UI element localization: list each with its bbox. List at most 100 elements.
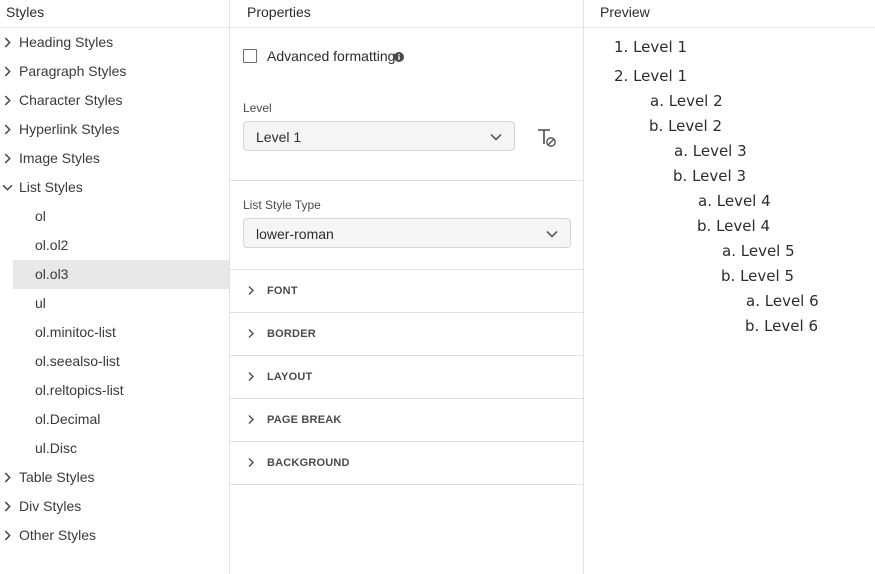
tree-item-label: ul (35, 295, 46, 311)
list-marker: b. (649, 117, 664, 135)
level-label: Level (243, 101, 272, 115)
tree-item-label: Table Styles (19, 469, 95, 485)
tree-item-label: List Styles (19, 179, 83, 195)
tree-item-list-styles[interactable]: List Styles (0, 173, 229, 202)
tree-item-hyperlink-styles[interactable]: Hyperlink Styles (0, 115, 229, 144)
chevron-right-icon (248, 458, 254, 467)
tree-item-label: ol (35, 208, 46, 224)
chevron-right-icon (248, 372, 254, 381)
tree-item-heading-styles[interactable]: Heading Styles (0, 28, 229, 57)
tree-item-div-styles[interactable]: Div Styles (0, 492, 229, 521)
styles-title: Styles (6, 4, 45, 20)
tree-item-label: Paragraph Styles (19, 63, 127, 79)
preview-list-item: a. Level 3 (674, 142, 747, 160)
preview-list-item: a. Level 2 (650, 92, 723, 110)
tree-item-label: ul.Disc (35, 440, 78, 456)
list-marker: 2. (614, 67, 629, 85)
section-font[interactable]: FONT (230, 270, 583, 313)
clear-formatting-icon[interactable] (536, 127, 558, 149)
chevron-right-icon (248, 286, 254, 295)
chevron-right-icon (248, 415, 254, 424)
chevron-right-icon (4, 66, 11, 77)
preview-list-item: b. Level 4 (697, 217, 770, 235)
tree-item-character-styles[interactable]: Character Styles (0, 86, 229, 115)
preview-panel: Preview 1. Level 1 2. Level 1 a. Level 2… (584, 0, 875, 574)
preview-list-item: a. Level 5 (722, 242, 795, 260)
tree-item-ol[interactable]: ol (0, 202, 229, 231)
section-layout[interactable]: LAYOUT (230, 356, 583, 399)
chevron-right-icon (4, 124, 11, 135)
section-label: PAGE BREAK (267, 414, 342, 426)
advanced-formatting-label: Advanced formatting (267, 48, 396, 64)
list-style-type-dropdown[interactable]: lower-roman (243, 218, 571, 248)
tree-item-label: ol.seealso-list (35, 353, 120, 369)
list-marker: a. (674, 142, 688, 160)
list-style-type-label: List Style Type (243, 198, 321, 212)
tree-item-label: Div Styles (19, 498, 82, 514)
list-item-text: Level 6 (764, 292, 819, 310)
preview-list-item: a. Level 4 (698, 192, 771, 210)
section-label: BORDER (267, 328, 316, 340)
tree-item-label: Other Styles (19, 527, 97, 543)
chevron-down-icon (490, 133, 502, 141)
section-border[interactable]: BORDER (230, 313, 583, 356)
tree-item-ol-minitoc-list[interactable]: ol.minitoc-list (0, 318, 229, 347)
chevron-right-icon (4, 501, 11, 512)
preview-header: Preview (584, 0, 875, 28)
advanced-formatting-checkbox[interactable] (243, 49, 257, 63)
tree-item-ol-reltopics-list[interactable]: ol.reltopics-list (0, 376, 229, 405)
properties-header: Properties (230, 0, 583, 28)
list-marker: 1. (614, 38, 629, 56)
list-item-text: Level 3 (692, 142, 747, 160)
list-item-text: Level 5 (740, 267, 794, 285)
info-icon[interactable] (394, 52, 404, 62)
tree-item-label: ol.ol2 (35, 237, 69, 253)
preview-list-item: 2. Level 1 (614, 67, 687, 85)
tree-item-label: Character Styles (19, 92, 123, 108)
chevron-right-icon (4, 37, 11, 48)
tree-item-paragraph-styles[interactable]: Paragraph Styles (0, 57, 229, 86)
tree-item-ol-decimal[interactable]: ol.Decimal (0, 405, 229, 434)
chevron-down-icon (2, 184, 13, 191)
list-item-text: Level 5 (740, 242, 795, 260)
preview-list-item: b. Level 6 (745, 317, 818, 335)
tree-item-image-styles[interactable]: Image Styles (0, 144, 229, 173)
tree-item-ol-ol3[interactable]: ol.ol3 (13, 260, 229, 289)
tree-item-label: Hyperlink Styles (19, 121, 120, 137)
list-marker: b. (673, 167, 688, 185)
preview-title: Preview (600, 4, 650, 20)
list-item-text: Level 2 (668, 117, 722, 135)
preview-list-item: b. Level 3 (673, 167, 746, 185)
tree-item-label: ol.ol3 (35, 266, 69, 282)
tree-item-ol-ol2[interactable]: ol.ol2 (0, 231, 229, 260)
properties-title: Properties (247, 4, 311, 20)
level-dropdown[interactable]: Level 1 (243, 121, 515, 151)
tree-item-ol-seealso-list[interactable]: ol.seealso-list (0, 347, 229, 376)
section-page-break[interactable]: PAGE BREAK (230, 399, 583, 442)
list-item-text: Level 1 (633, 67, 687, 85)
list-marker: b. (721, 267, 736, 285)
tree-item-ul[interactable]: ul (0, 289, 229, 318)
list-item-text: Level 2 (668, 92, 723, 110)
list-marker: a. (746, 292, 760, 310)
styles-header: Styles (0, 0, 229, 28)
level-value: Level 1 (256, 129, 302, 145)
tree-item-other-styles[interactable]: Other Styles (0, 521, 229, 550)
section-label: FONT (267, 285, 298, 297)
styles-panel: Styles Heading Styles Paragraph Styles C… (0, 0, 230, 574)
list-item-text: Level 4 (716, 192, 771, 210)
tree-item-ul-disc[interactable]: ul.Disc (0, 434, 229, 463)
chevron-right-icon (248, 329, 254, 338)
tree-item-label: ol.minitoc-list (35, 324, 116, 340)
tree-item-table-styles[interactable]: Table Styles (0, 463, 229, 492)
chevron-right-icon (4, 153, 11, 164)
tree-item-label: Image Styles (19, 150, 100, 166)
section-background[interactable]: BACKGROUND (230, 442, 583, 485)
list-marker: b. (697, 217, 712, 235)
preview-list-item: 1. Level 1 (614, 38, 687, 56)
chevron-right-icon (4, 95, 11, 106)
list-style-type-value: lower-roman (256, 226, 334, 242)
list-item-text: Level 3 (692, 167, 746, 185)
properties-panel: Properties Advanced formatting Level Lev… (230, 0, 584, 574)
list-marker: a. (698, 192, 712, 210)
